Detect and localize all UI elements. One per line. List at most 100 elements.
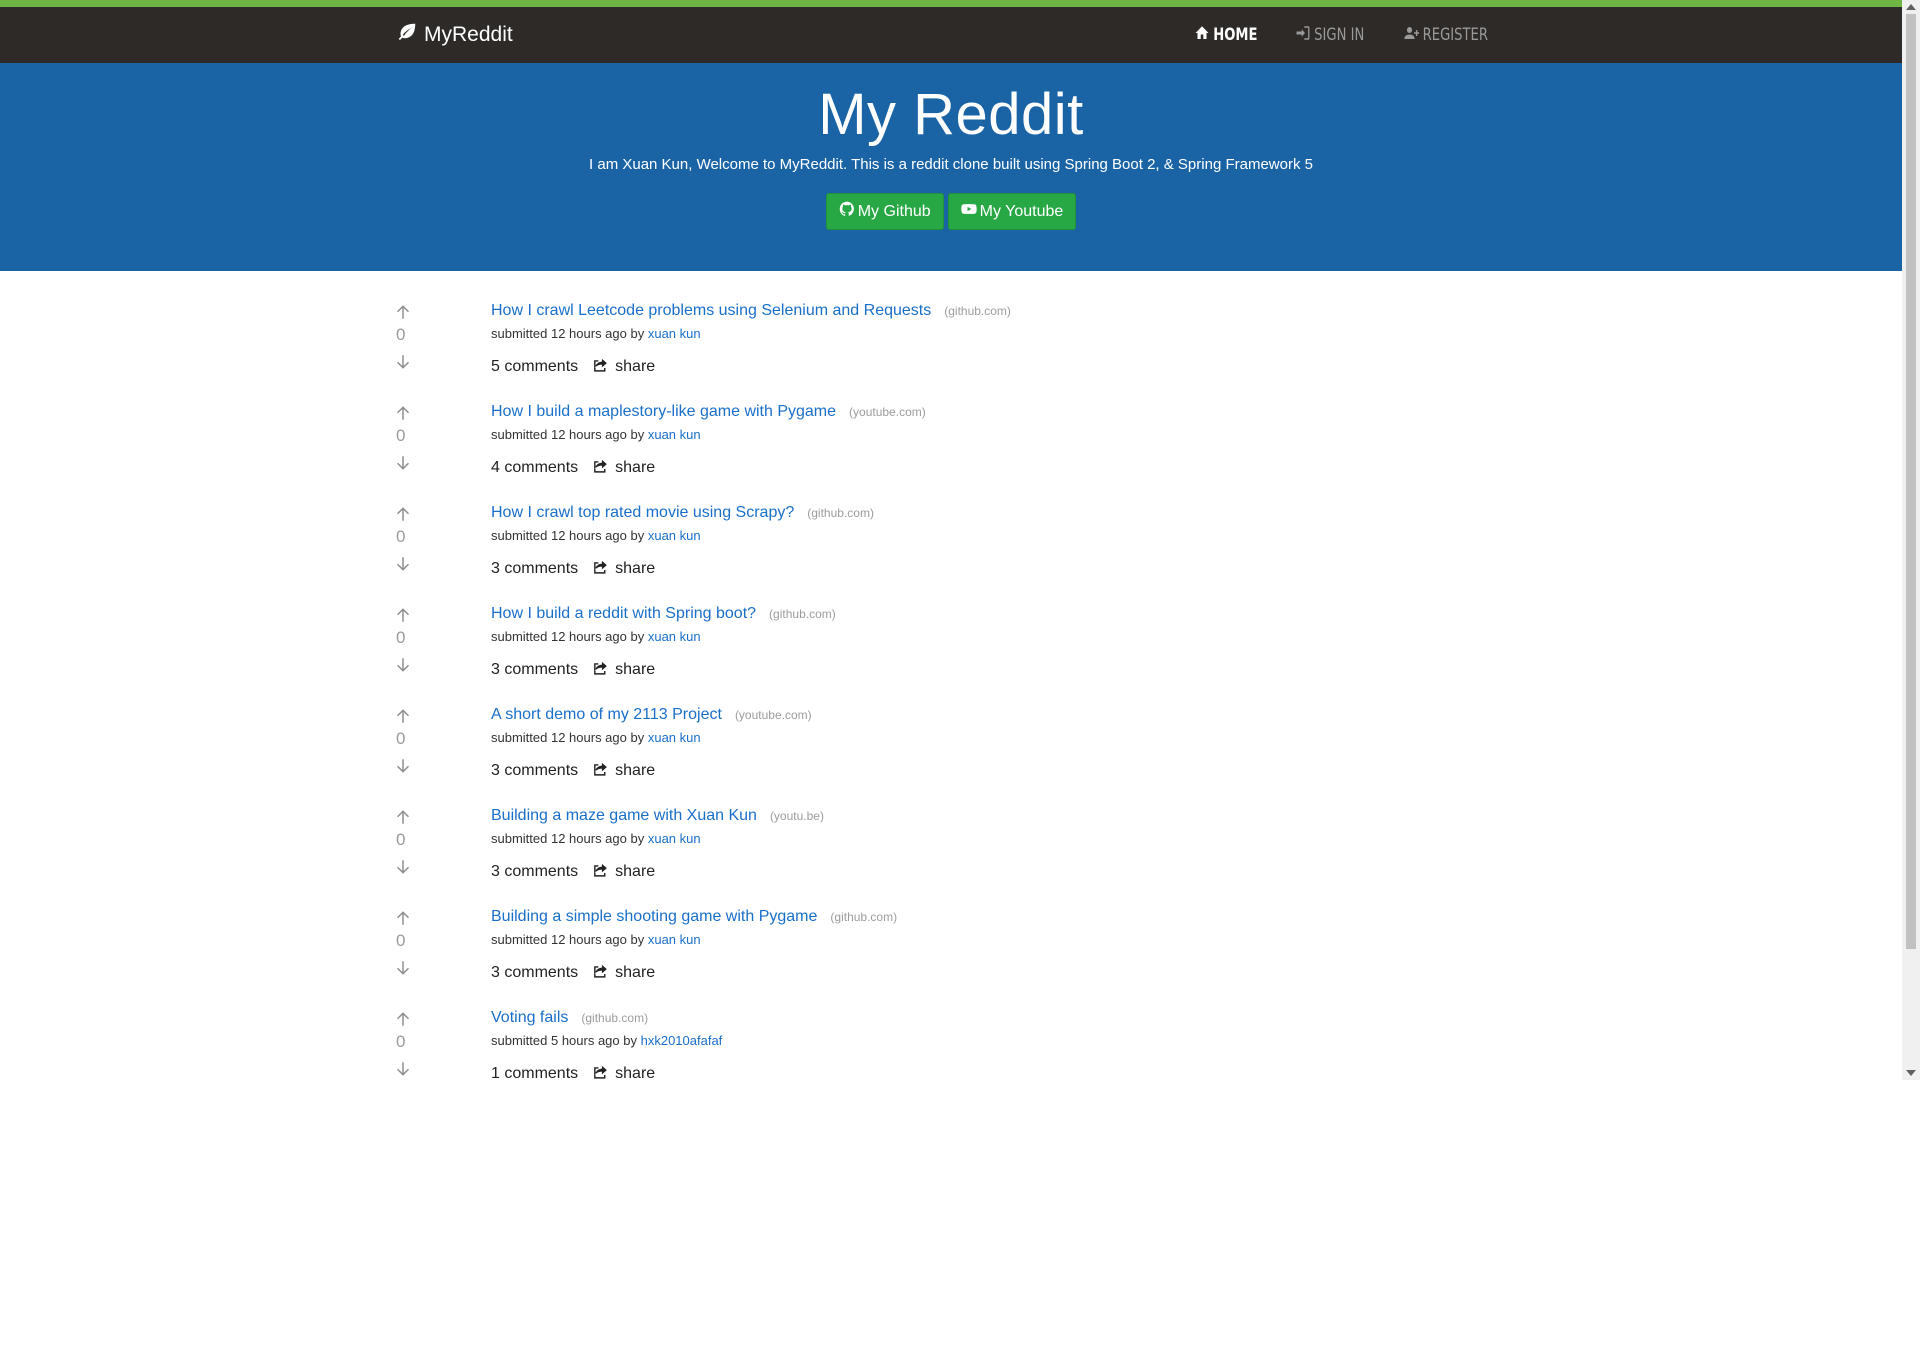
author-link[interactable]: xuan kun (648, 427, 701, 442)
nav-home[interactable]: HOME (1194, 24, 1258, 47)
vote-score: 0 (396, 325, 406, 344)
post-item: 0 Building a maze game with Xuan Kun (yo… (0, 776, 1902, 880)
hero-title: My Reddit (818, 82, 1084, 147)
post-title-line: How I build a maplestory-like game with … (491, 403, 926, 421)
vote-score: 0 (396, 527, 406, 546)
scrollbar-thumb[interactable] (1906, 14, 1916, 949)
post-item: 0 How I build a reddit with Spring boot?… (0, 574, 1902, 678)
share-link[interactable]: share (592, 1063, 655, 1080)
github-button-label: My Github (857, 202, 931, 220)
author-link[interactable]: xuan kun (648, 326, 701, 341)
youtube-button[interactable]: My Youtube (947, 193, 1077, 230)
vote-score: 0 (396, 931, 406, 950)
downvote-arrow-icon[interactable] (394, 959, 412, 977)
post-body: Voting fails (github.com) submitted 5 ho… (491, 1009, 722, 1080)
post-body: A short demo of my 2113 Project (youtube… (491, 706, 812, 782)
post-item: 0 How I crawl Leetcode problems using Se… (0, 271, 1902, 375)
post-item: 0 Building a simple shooting game with P… (0, 877, 1902, 981)
post-domain: (github.com) (807, 506, 874, 520)
post-body: Building a maze game with Xuan Kun (yout… (491, 807, 824, 883)
navbar: MyReddit HOME SIGN IN REGISTER (0, 7, 1902, 63)
brand-name: MyReddit (424, 23, 513, 46)
submitted-text: submitted 12 hours ago by (491, 831, 645, 846)
comments-link[interactable]: 1 comments (491, 1065, 578, 1080)
submitted-text: submitted 12 hours ago by (491, 528, 645, 543)
downvote-arrow-icon[interactable] (394, 555, 412, 573)
author-link[interactable]: xuan kun (648, 528, 701, 543)
hero-subtitle: I am Xuan Kun, Welcome to MyReddit. This… (589, 156, 1313, 173)
author-link[interactable]: hxk2010afafaf (641, 1033, 723, 1048)
post-meta: submitted 12 hours ago by xuan kun (491, 629, 836, 644)
post-domain: (youtube.com) (734, 708, 812, 722)
vote-score: 0 (396, 628, 406, 647)
nav-register[interactable]: REGISTER (1404, 24, 1488, 47)
post-domain: (github.com) (944, 304, 1011, 318)
post-title-line: A short demo of my 2113 Project (youtube… (491, 706, 812, 724)
upvote-arrow-icon[interactable] (394, 1010, 412, 1028)
github-icon (839, 201, 855, 222)
brand-link[interactable]: MyReddit (396, 7, 513, 63)
youtube-icon (960, 201, 977, 222)
downvote-arrow-icon[interactable] (394, 454, 412, 472)
post-item: 0 Voting fails (github.com) submitted 5 … (0, 978, 1902, 1080)
downvote-arrow-icon[interactable] (394, 757, 412, 775)
post-meta: submitted 12 hours ago by xuan kun (491, 326, 1011, 341)
upvote-arrow-icon[interactable] (394, 505, 412, 523)
post-title-link[interactable]: Building a maze game with Xuan Kun (491, 807, 757, 825)
youtube-button-label: My Youtube (979, 202, 1064, 220)
post-domain: (github.com) (830, 910, 898, 924)
post-actions: 1 comments share (491, 1063, 722, 1080)
post-body: Building a simple shooting game with Pyg… (491, 908, 897, 984)
post-title-line: Voting fails (github.com) (491, 1009, 722, 1027)
post-title-link[interactable]: How I crawl top rated movie using Scrapy… (491, 504, 794, 522)
vote-score: 0 (396, 729, 406, 748)
share-icon (592, 1063, 609, 1080)
browser-viewport: MyReddit HOME SIGN IN REGISTER My Reddit… (0, 0, 1920, 1080)
post-domain: (youtu.be) (769, 809, 824, 823)
submitted-text: submitted 12 hours ago by (491, 730, 645, 745)
post-body: How I build a maplestory-like game with … (491, 403, 926, 479)
author-link[interactable]: xuan kun (648, 629, 701, 644)
post-body: How I crawl Leetcode problems using Sele… (491, 302, 1011, 378)
post-meta: submitted 5 hours ago by hxk2010afafaf (491, 1033, 722, 1048)
post-title-link[interactable]: How I crawl Leetcode problems using Sele… (491, 302, 931, 320)
post-item: 0 A short demo of my 2113 Project (youtu… (0, 675, 1902, 779)
submitted-text: submitted 12 hours ago by (491, 427, 645, 442)
post-title-link[interactable]: Building a simple shooting game with Pyg… (491, 908, 817, 926)
scroll-down-arrow[interactable] (1906, 1070, 1916, 1076)
downvote-arrow-icon[interactable] (394, 353, 412, 371)
downvote-arrow-icon[interactable] (394, 656, 412, 674)
post-meta: submitted 12 hours ago by xuan kun (491, 932, 897, 947)
github-button[interactable]: My Github (825, 193, 944, 230)
downvote-arrow-icon[interactable] (394, 1060, 412, 1078)
scroll-up-arrow[interactable] (1906, 4, 1916, 10)
author-link[interactable]: xuan kun (648, 831, 701, 846)
upvote-arrow-icon[interactable] (394, 808, 412, 826)
post-title-line: How I build a reddit with Spring boot? (… (491, 605, 836, 623)
post-domain: (github.com) (769, 607, 836, 621)
post-title-link[interactable]: A short demo of my 2113 Project (491, 706, 722, 724)
nav-home-label: HOME (1213, 25, 1258, 45)
post-title-line: How I crawl Leetcode problems using Sele… (491, 302, 1011, 320)
author-link[interactable]: xuan kun (648, 932, 701, 947)
post-domain: (github.com) (581, 1011, 649, 1025)
post-title-link[interactable]: How I build a maplestory-like game with … (491, 403, 836, 421)
post-title-link[interactable]: How I build a reddit with Spring boot? (491, 605, 756, 623)
post-meta: submitted 12 hours ago by xuan kun (491, 831, 824, 846)
upvote-arrow-icon[interactable] (394, 404, 412, 422)
vote-score: 0 (396, 830, 406, 849)
upvote-arrow-icon[interactable] (394, 606, 412, 624)
nav-sign-in[interactable]: SIGN IN (1295, 24, 1364, 47)
accent-strip (0, 0, 1902, 7)
upvote-arrow-icon[interactable] (394, 909, 412, 927)
post-title-link[interactable]: Voting fails (491, 1009, 568, 1027)
author-link[interactable]: xuan kun (648, 730, 701, 745)
upvote-arrow-icon[interactable] (394, 707, 412, 725)
post-item: 0 How I crawl top rated movie using Scra… (0, 473, 1902, 577)
upvote-arrow-icon[interactable] (394, 303, 412, 321)
downvote-arrow-icon[interactable] (394, 858, 412, 876)
submitted-text: submitted 12 hours ago by (491, 326, 645, 341)
post-item: 0 How I build a maplestory-like game wit… (0, 372, 1902, 476)
hero-banner: My Reddit I am Xuan Kun, Welcome to MyRe… (0, 63, 1902, 271)
vertical-scrollbar[interactable] (1902, 0, 1920, 1080)
